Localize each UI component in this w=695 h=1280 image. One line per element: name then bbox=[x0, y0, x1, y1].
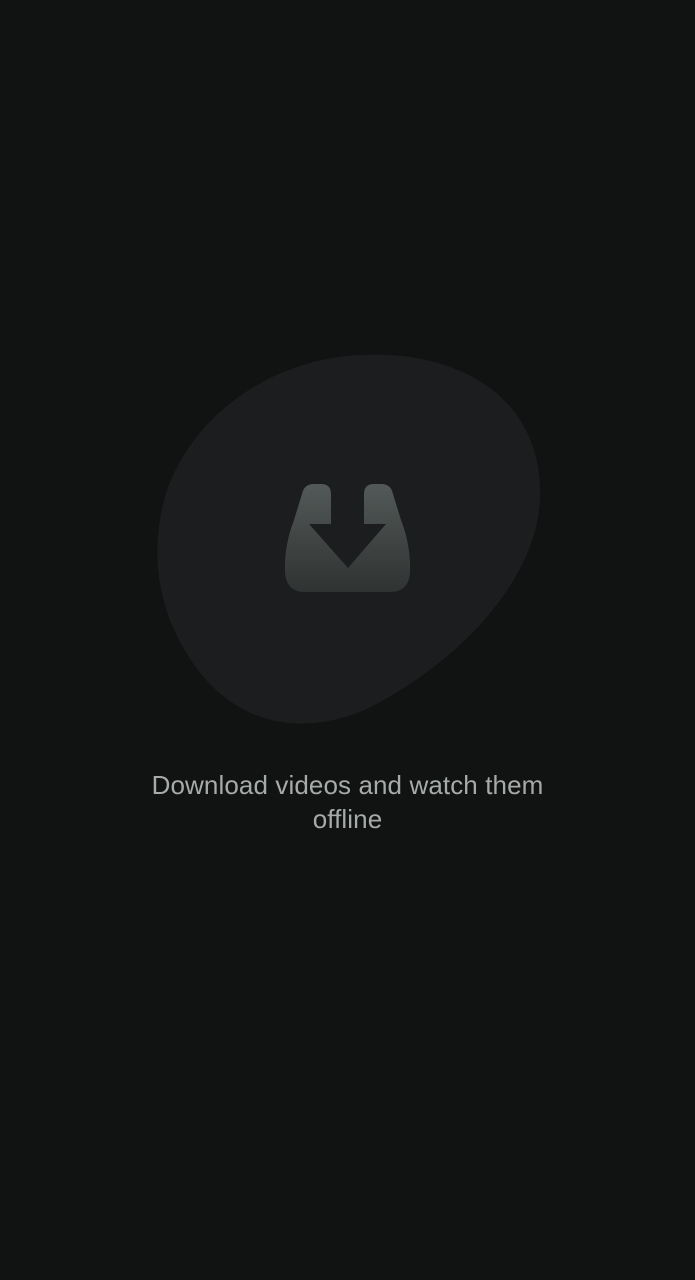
downloads-screen: Download videos and watch them offline bbox=[0, 0, 695, 1280]
download-tray-icon bbox=[284, 484, 411, 592]
downloads-empty-state: Download videos and watch them offline bbox=[0, 0, 695, 1280]
empty-state-message: Download videos and watch them offline bbox=[151, 770, 544, 834]
